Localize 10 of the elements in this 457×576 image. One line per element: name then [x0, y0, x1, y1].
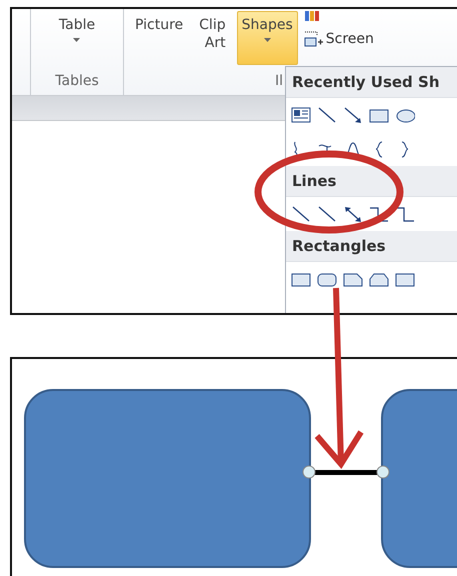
ribbon-button[interactable]: Shapes [236, 11, 298, 65]
group-label: Il [274, 72, 284, 91]
ribbon-button[interactable]: Table [54, 11, 100, 65]
ribbon-button[interactable]: Clip Art [194, 11, 231, 65]
section-header: Rectangles [286, 231, 457, 262]
ribbon-button[interactable]: Picture [130, 11, 188, 65]
group-label: Tables [54, 72, 100, 91]
section-header: Lines [286, 166, 457, 197]
screenshot-button[interactable]: Screen [304, 31, 374, 47]
section-header: Recently Used Sh [286, 67, 457, 98]
